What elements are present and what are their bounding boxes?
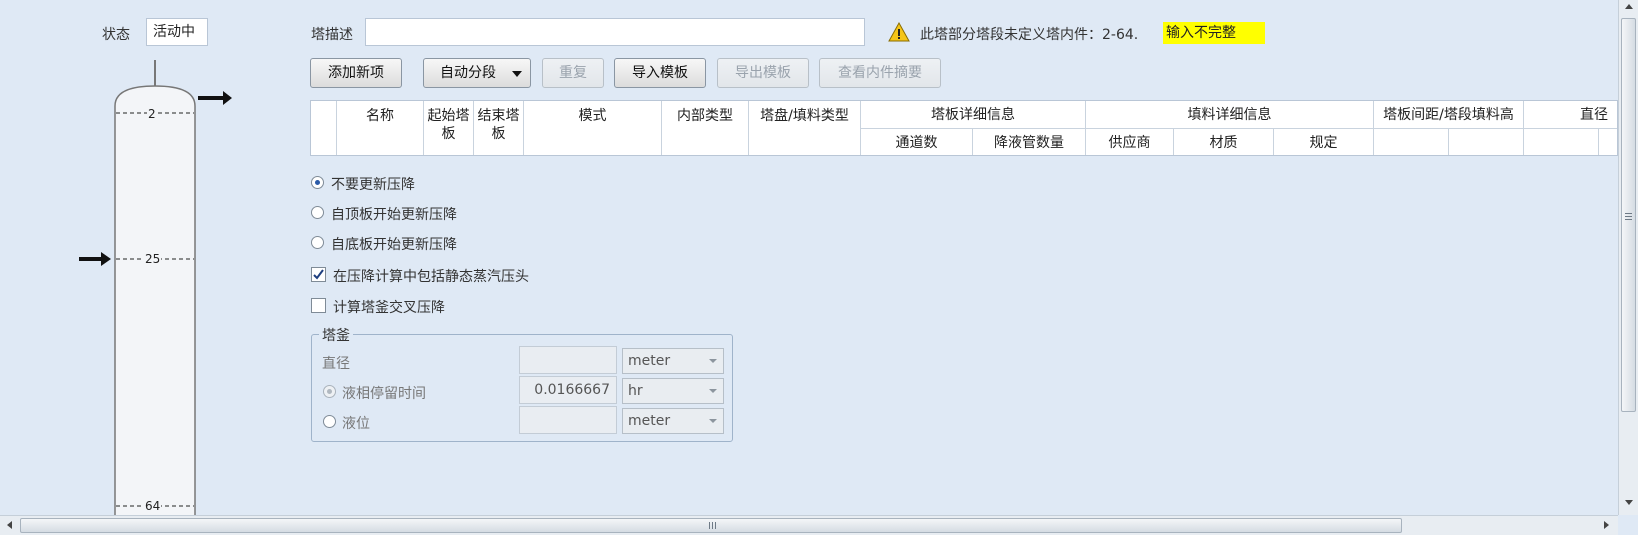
col-diameter-sub1 [1524,129,1599,155]
auto-section-label: 自动分段 [440,65,496,81]
scroll-left-icon[interactable] [7,521,12,529]
stage-label-top: 2 [147,107,157,121]
radio-no-update[interactable] [311,176,324,189]
residence-time-input[interactable]: 0.0166667 [519,376,617,404]
col-end-stage-l2: 板 [491,126,506,142]
sump-cross-checkbox[interactable] [311,298,326,313]
col-internal-type[interactable]: 内部类型 [662,101,749,155]
incomplete-badge: 输入不完整 [1163,22,1265,44]
import-template-button[interactable]: 导入模板 [614,58,706,88]
column-drawing [79,60,232,518]
col-start-stage-l1: 起始塔 [427,108,470,124]
sump-cross-label[interactable]: 计算塔釜交叉压降 [333,297,445,317]
liquid-level-label: 液位 [342,416,370,432]
sump-diameter-unit-value: meter [628,353,671,369]
internals-grid[interactable]: 名称 起始塔 板 结束塔 板 模式 内部类型 塔盘/填料类型 塔板详细信息 通道… [310,100,1618,156]
status-field: 活动中 [146,18,208,46]
col-downcomers[interactable]: 降液管数量 [973,129,1086,155]
col-spec[interactable]: 规定 [1274,129,1374,155]
radio-update-from-bottom[interactable] [311,236,324,249]
checkmark-icon [313,269,324,280]
status-label: 状态 [102,27,130,43]
overhead-arrow-icon [198,91,232,105]
view-internals-summary-button[interactable]: 查看内件摘要 [819,58,941,88]
grid-row-header [311,101,337,155]
col-material[interactable]: 材质 [1174,129,1274,155]
chevron-down-icon [709,359,717,363]
column-diagram [75,58,235,518]
include-static-head-checkbox[interactable] [311,267,326,282]
col-start-stage[interactable]: 起始塔 板 [424,101,474,155]
description-label: 塔描述 [311,27,353,43]
export-template-button[interactable]: 导出模板 [717,58,809,88]
warning-message: 此塔部分塔段未定义塔内件：2-64. [920,27,1139,43]
residence-time-unit-value: hr [628,383,643,399]
liquid-level-unit-value: meter [628,413,671,429]
liquid-level-input[interactable] [519,406,617,434]
stage-label-feed: 25 [144,252,162,266]
chevron-down-icon [709,419,717,423]
description-input[interactable] [365,18,865,46]
col-vendor[interactable]: 供应商 [1086,129,1174,155]
auto-section-button[interactable]: 自动分段 [423,58,531,88]
repeat-button[interactable]: 重复 [542,58,604,88]
chevron-down-icon [709,389,717,393]
col-end-stage[interactable]: 结束塔 板 [474,101,524,155]
col-spacing-sub1 [1374,129,1449,155]
stage-label-bottom: 64 [144,499,162,513]
scroll-down-icon[interactable] [1625,500,1633,505]
col-end-stage-l1: 结束塔 [477,108,520,124]
residence-time-label: 液相停留时间 [342,386,426,402]
radio-update-from-top[interactable] [311,206,324,219]
radio-no-update-label[interactable]: 不要更新压降 [331,174,415,194]
col-start-stage-l2: 板 [441,126,456,142]
residence-time-unit[interactable]: hr [622,378,724,404]
sump-title: 塔釜 [319,325,353,345]
dropdown-arrow-icon[interactable] [512,71,522,77]
vertical-scroll-thumb[interactable] [1621,18,1636,412]
col-passes[interactable]: 通道数 [861,129,973,155]
sump-diameter-input[interactable] [519,346,617,374]
include-static-head-label[interactable]: 在压降计算中包括静态蒸汽压头 [333,266,529,286]
col-mode[interactable]: 模式 [524,101,662,155]
col-spacing[interactable]: 塔板间距/塔段填料高 [1374,101,1524,129]
col-name[interactable]: 名称 [337,101,424,155]
vertical-scrollbar[interactable] [1618,0,1638,515]
col-diameter[interactable]: 直径 [1524,101,1617,129]
warning-icon [888,21,910,46]
feed-arrow-icon [79,252,111,266]
sump-diameter-unit[interactable]: meter [622,348,724,374]
horizontal-scrollbar[interactable] [0,515,1618,535]
col-spacing-sub2 [1449,129,1524,155]
col-tray-type[interactable]: 塔盘/填料类型 [749,101,861,155]
radio-update-from-bottom-label[interactable]: 自底板开始更新压降 [331,234,457,254]
radio-residence-time[interactable] [323,385,336,398]
radio-update-from-top-label[interactable]: 自顶板开始更新压降 [331,204,457,224]
scroll-right-icon[interactable] [1604,521,1609,529]
radio-liquid-level[interactable] [323,415,336,428]
scroll-up-icon[interactable] [1625,4,1633,9]
add-new-button[interactable]: 添加新项 [310,58,402,88]
horizontal-scroll-thumb[interactable] [20,518,1402,533]
col-group-packing-detail[interactable]: 填料详细信息 [1086,101,1374,129]
sump-diameter-label: 直径 [322,356,350,372]
liquid-level-unit[interactable]: meter [622,408,724,434]
col-group-tray-detail[interactable]: 塔板详细信息 [861,101,1086,129]
